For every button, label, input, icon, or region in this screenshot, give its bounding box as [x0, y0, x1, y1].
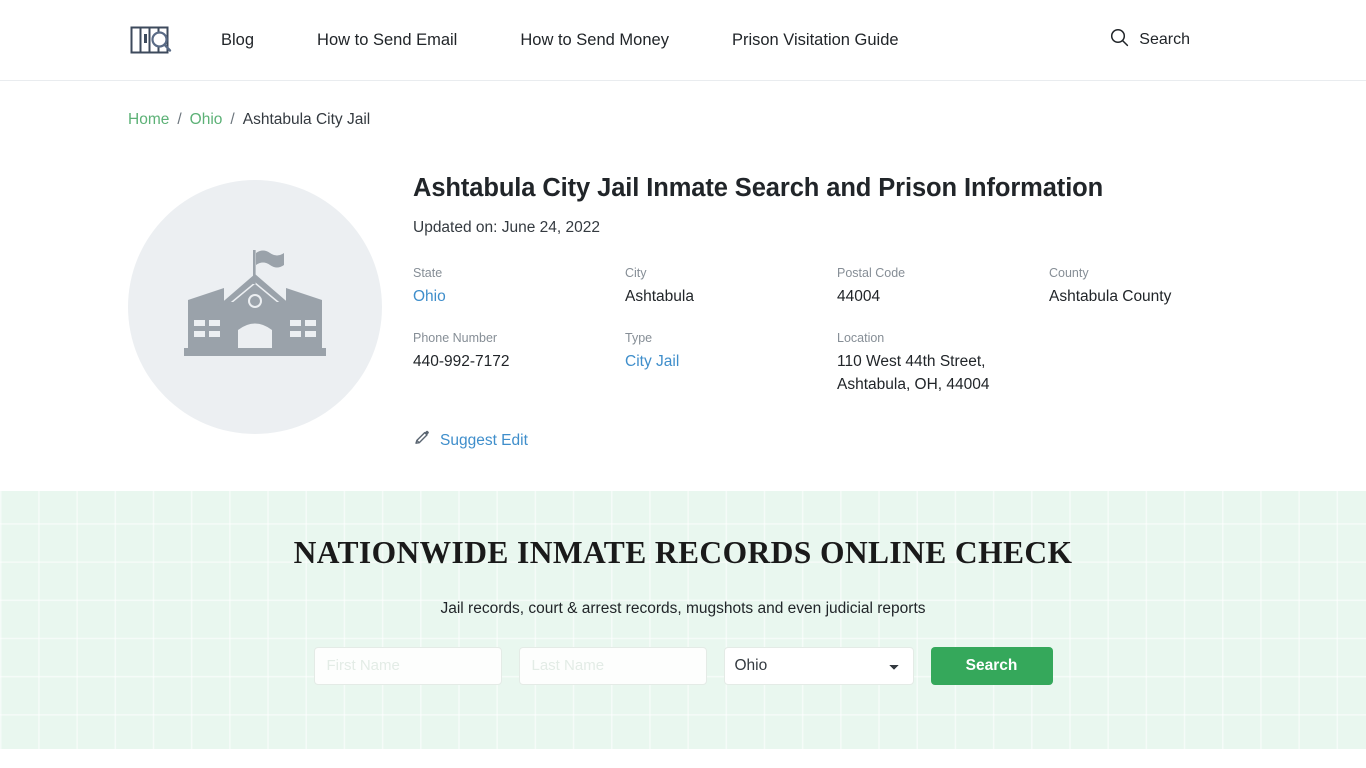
- breadcrumb-wrapper: Home / Ohio / Ashtabula City Jail: [0, 81, 1366, 131]
- info-label-county: County: [1049, 266, 1089, 281]
- search-icon: [1110, 28, 1129, 52]
- breadcrumb-item-ohio[interactable]: Ohio: [190, 109, 223, 131]
- facility-thumbnail: [128, 179, 382, 434]
- breadcrumb-separator: /: [177, 111, 182, 128]
- breadcrumb-separator: /: [230, 111, 235, 128]
- site-logo[interactable]: [128, 20, 174, 60]
- breadcrumb-item-current: Ashtabula City Jail: [242, 111, 371, 128]
- info-value-city: Ashtabula: [625, 288, 694, 305]
- search-submit-button[interactable]: Search: [930, 646, 1053, 685]
- info-value-postal-code: 44004: [837, 288, 881, 305]
- header-search-label: Search: [1139, 31, 1190, 48]
- first-name-input[interactable]: [313, 646, 502, 685]
- main-navigation: Blog How to Send Email How to Send Money…: [218, 26, 1110, 55]
- state-select[interactable]: Ohio: [723, 646, 914, 685]
- pencil-icon: [413, 429, 431, 452]
- nav-item-blog[interactable]: Blog: [221, 26, 254, 55]
- info-cell-postal-code: Postal Code 44004: [837, 264, 1049, 308]
- info-cell-empty: [1049, 329, 1238, 396]
- nationwide-records-section: NATIONWIDE INMATE RECORDS ONLINE CHECK J…: [0, 491, 1366, 750]
- last-updated-text: Updated on: June 24, 2022: [413, 218, 601, 236]
- info-cell-city: City Ashtabula: [625, 264, 837, 308]
- info-value-state[interactable]: Ohio: [413, 288, 446, 305]
- info-cell-phone-number: Phone Number 440-992-7172: [413, 329, 625, 396]
- info-label-city: City: [625, 266, 647, 281]
- info-label-location: Location: [837, 331, 885, 346]
- info-value-county: Ashtabula County: [1049, 288, 1172, 305]
- info-label-phone-number: Phone Number: [413, 331, 498, 346]
- courthouse-building-icon: [180, 244, 330, 369]
- info-value-location-line-1: 110 West 44th Street,: [837, 353, 986, 371]
- last-name-input[interactable]: [518, 646, 707, 685]
- info-label-postal-code: Postal Code: [837, 266, 906, 281]
- info-cell-county: County Ashtabula County: [1049, 264, 1238, 308]
- inmate-search-form: Ohio Search: [0, 646, 1366, 685]
- info-cell-type: Type City Jail: [625, 329, 837, 396]
- suggest-edit-button[interactable]: Suggest Edit: [413, 429, 528, 452]
- suggest-edit-label: Suggest Edit: [440, 431, 528, 449]
- facility-details: Ashtabula City Jail Inmate Search and Pr…: [382, 167, 1238, 452]
- info-cell-location: Location 110 West 44th Street, Ashtabula…: [837, 329, 1049, 396]
- info-cell-state: State Ohio: [413, 264, 625, 308]
- facility-section: Ashtabula City Jail Inmate Search and Pr…: [0, 131, 1366, 452]
- info-label-type: Type: [625, 331, 653, 346]
- facility-info-grid: State Ohio City Ashtabula Postal Code 44…: [413, 264, 1238, 396]
- nav-item-how-to-send-email[interactable]: How to Send Email: [317, 26, 457, 55]
- site-header: Blog How to Send Email How to Send Money…: [0, 0, 1366, 81]
- nav-item-prison-visitation-guide[interactable]: Prison Visitation Guide: [732, 26, 899, 55]
- info-value-phone-number: 440-992-7172: [413, 353, 510, 371]
- records-subheading: Jail records, court & arrest records, mu…: [440, 599, 926, 617]
- info-value-type[interactable]: City Jail: [625, 353, 679, 370]
- header-search-button[interactable]: Search: [1110, 28, 1190, 52]
- records-heading: NATIONWIDE INMATE RECORDS ONLINE CHECK: [293, 535, 1073, 571]
- breadcrumb: Home / Ohio / Ashtabula City Jail: [128, 109, 1238, 131]
- nav-item-how-to-send-money[interactable]: How to Send Money: [520, 26, 669, 55]
- prison-bars-search-logo-icon: [128, 20, 174, 60]
- info-value-location-line-2: Ashtabula, OH, 44004: [837, 375, 990, 393]
- page-title: Ashtabula City Jail Inmate Search and Pr…: [413, 173, 1104, 202]
- breadcrumb-item-home[interactable]: Home: [128, 109, 169, 131]
- info-label-state: State: [413, 266, 443, 281]
